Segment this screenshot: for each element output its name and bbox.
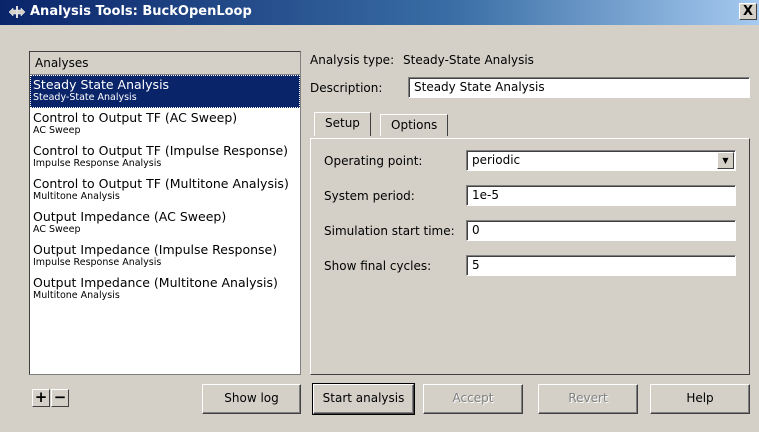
list-item[interactable]: Control to Output TF (Multitone Analysis…: [30, 174, 300, 207]
operating-point-select[interactable]: periodic ▼: [466, 150, 736, 171]
sim-start-field[interactable]: 0: [466, 220, 736, 241]
analysis-name: Output Impedance (Impulse Response): [33, 242, 278, 257]
analysis-type: Multitone Analysis: [33, 191, 120, 202]
list-item[interactable]: Output Impedance (AC Sweep) AC Sweep: [30, 207, 300, 240]
app-icon: [8, 4, 26, 20]
remove-analysis-button[interactable]: −: [51, 389, 69, 407]
system-period-label: System period:: [324, 189, 415, 203]
analysis-name: Control to Output TF (Multitone Analysis…: [33, 176, 289, 191]
sim-start-label: Simulation start time:: [324, 224, 455, 238]
analysis-name: Output Impedance (Multitone Analysis): [33, 275, 278, 290]
system-period-field[interactable]: 1e-5: [466, 185, 736, 206]
show-log-button[interactable]: Show log: [202, 384, 301, 414]
analysis-type: AC Sweep: [33, 224, 81, 235]
help-button[interactable]: Help: [650, 384, 750, 414]
analysis-type: Multitone Analysis: [33, 290, 120, 301]
analysis-name: Control to Output TF (Impulse Response): [33, 143, 289, 158]
title-bar: Analysis Tools: BuckOpenLoop X: [0, 0, 759, 25]
add-analysis-button[interactable]: +: [32, 389, 50, 407]
list-item[interactable]: Output Impedance (Impulse Response) Impu…: [30, 240, 300, 273]
analysis-type: Impulse Response Analysis: [33, 158, 162, 169]
window-title: Analysis Tools: BuckOpenLoop: [30, 4, 252, 19]
analysis-type: Impulse Response Analysis: [33, 257, 162, 268]
operating-point-label: Operating point:: [324, 154, 423, 168]
analysis-name: Control to Output TF (AC Sweep): [33, 110, 238, 125]
operating-point-value: periodic: [472, 153, 521, 167]
analysis-type-value: Steady-State Analysis: [403, 53, 534, 67]
analysis-name: Output Impedance (AC Sweep): [33, 209, 227, 224]
tab-options[interactable]: Options: [380, 114, 449, 136]
list-item[interactable]: Output Impedance (Multitone Analysis) Mu…: [30, 273, 300, 306]
analysis-type: AC Sweep: [33, 125, 81, 136]
list-item[interactable]: Steady State Analysis Steady-State Analy…: [30, 75, 300, 108]
description-label: Description:: [310, 81, 383, 95]
final-cycles-label: Show final cycles:: [324, 259, 432, 273]
tab-setup[interactable]: Setup: [314, 112, 371, 136]
analyses-list[interactable]: Analyses Steady State Analysis Steady-St…: [29, 51, 301, 375]
final-cycles-field[interactable]: 5: [466, 255, 736, 276]
list-item[interactable]: Control to Output TF (Impulse Response) …: [30, 141, 300, 174]
analysis-type-label: Analysis type:: [310, 53, 395, 67]
list-item[interactable]: Control to Output TF (AC Sweep) AC Sweep: [30, 108, 300, 141]
accept-button[interactable]: Accept: [423, 384, 523, 414]
analysis-name: Steady State Analysis: [33, 77, 170, 92]
revert-button[interactable]: Revert: [538, 384, 638, 414]
analyses-list-header: Analyses: [30, 52, 300, 75]
analysis-type: Steady-State Analysis: [33, 92, 137, 103]
chevron-down-icon[interactable]: ▼: [717, 152, 734, 169]
description-field[interactable]: Steady State Analysis: [408, 77, 750, 98]
start-analysis-button[interactable]: Start analysis: [312, 383, 415, 415]
close-button[interactable]: X: [739, 3, 757, 20]
